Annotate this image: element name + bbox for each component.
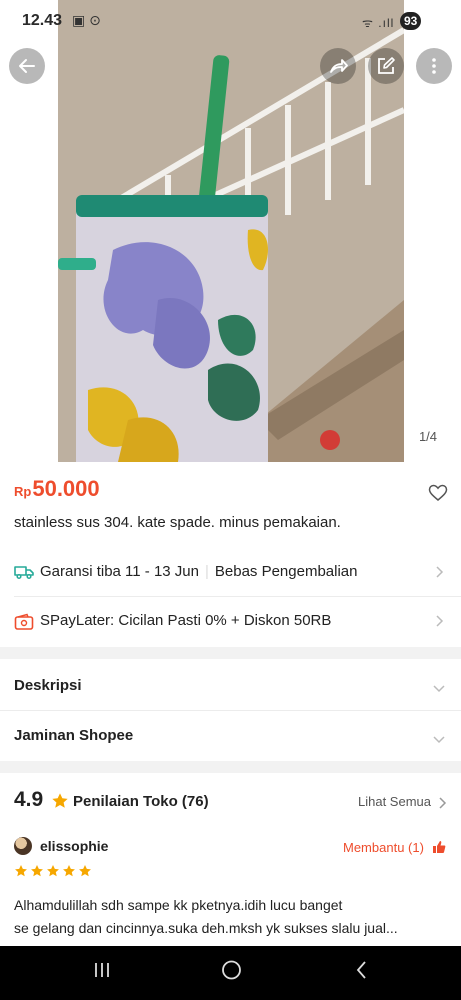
star-icon bbox=[31, 865, 43, 877]
paylater-row[interactable]: SPayLater: Cicilan Pasti 0% + Diskon 50R… bbox=[0, 597, 461, 645]
back-nav-button[interactable] bbox=[354, 960, 370, 985]
separator: | bbox=[204, 563, 209, 580]
review-line: se gelang dan cincinnya.suka deh.mksh yk… bbox=[14, 920, 398, 936]
free-returns: Bebas Pengembalian bbox=[214, 563, 358, 580]
more-options-button[interactable] bbox=[416, 48, 452, 84]
battery-indicator: 93 bbox=[400, 12, 422, 30]
system-navigation-bar bbox=[0, 946, 461, 1000]
product-title: stainless sus 304. kate spade. minus pem… bbox=[14, 514, 341, 531]
review-line: Alhamdulillah sdh sampe kk pketnya.idih … bbox=[14, 897, 343, 913]
star-icon bbox=[51, 792, 69, 815]
shipping-row[interactable]: Garansi tiba 11 - 13 Jun | Bebas Pengembal… bbox=[0, 548, 461, 596]
back-button[interactable] bbox=[9, 48, 45, 84]
recent-apps-button[interactable] bbox=[92, 960, 112, 985]
edit-button[interactable] bbox=[368, 48, 404, 84]
review-star-rating bbox=[14, 864, 92, 878]
avatar[interactable] bbox=[14, 837, 32, 855]
description-section[interactable]: Deskripsi bbox=[0, 660, 461, 710]
status-bar: 12.43 ▣ ⊙ ᯤ .ıll 93 bbox=[0, 0, 461, 40]
chevron-right-icon bbox=[434, 614, 444, 633]
guarantee-title: Jaminan Shopee bbox=[14, 727, 134, 744]
status-time: 12.43 bbox=[22, 12, 63, 29]
reviewer-name[interactable]: elissophie bbox=[40, 838, 108, 854]
rating-label: Penilaian Toko (76) bbox=[73, 793, 209, 810]
more-vertical-icon bbox=[432, 58, 436, 74]
helpful-button[interactable]: Membantu (1) bbox=[343, 840, 424, 855]
share-icon bbox=[330, 59, 348, 73]
edit-icon bbox=[378, 57, 395, 74]
chevron-right-icon[interactable] bbox=[437, 796, 447, 815]
wallet-icon bbox=[14, 613, 34, 636]
home-icon bbox=[222, 960, 241, 980]
price-currency: Rp bbox=[14, 484, 32, 499]
home-button[interactable] bbox=[221, 960, 243, 985]
shopee-guarantee-section[interactable]: Jaminan Shopee bbox=[0, 711, 461, 761]
share-button[interactable] bbox=[320, 48, 356, 84]
truck-icon bbox=[14, 564, 34, 585]
star-icon bbox=[15, 865, 27, 877]
section-gap bbox=[0, 647, 461, 659]
price-amount: 50.000 bbox=[32, 476, 100, 501]
back-icon bbox=[356, 961, 366, 979]
star-icon bbox=[47, 865, 59, 877]
chevron-right-icon bbox=[434, 565, 444, 584]
gallery-page-indicator: 1/4 bbox=[406, 424, 450, 450]
heart-icon bbox=[428, 484, 448, 501]
section-gap bbox=[0, 761, 461, 773]
chevron-down-icon bbox=[432, 680, 446, 698]
rating-score: 4.9 bbox=[14, 788, 44, 811]
review-text[interactable]: Alhamdulillah sdh sampe kk pketnya.idih … bbox=[14, 894, 450, 940]
product-price: Rp 50.000 bbox=[14, 476, 100, 502]
product-photo-gallery[interactable]: 12.43 ▣ ⊙ ᯤ .ıll 93 1/4 bbox=[0, 0, 461, 462]
see-all-reviews-link[interactable]: Lihat Semua bbox=[358, 794, 431, 809]
notification-icons: ▣ ⊙ bbox=[72, 12, 101, 28]
recent-apps-icon bbox=[95, 963, 109, 977]
star-icon bbox=[63, 865, 75, 877]
wishlist-button[interactable] bbox=[428, 484, 448, 507]
paylater-text: SPayLater: Cicilan Pasti 0% + Diskon 50R… bbox=[40, 612, 332, 629]
shipping-guarantee: Garansi tiba 11 - 13 Jun bbox=[40, 563, 199, 580]
description-title: Deskripsi bbox=[14, 677, 82, 694]
arrow-left-icon bbox=[19, 59, 35, 73]
signal-icon: ᯤ .ıll bbox=[362, 16, 395, 30]
chevron-down-icon bbox=[432, 731, 446, 749]
thumbs-up-icon[interactable] bbox=[432, 840, 446, 859]
star-icon bbox=[79, 865, 91, 877]
